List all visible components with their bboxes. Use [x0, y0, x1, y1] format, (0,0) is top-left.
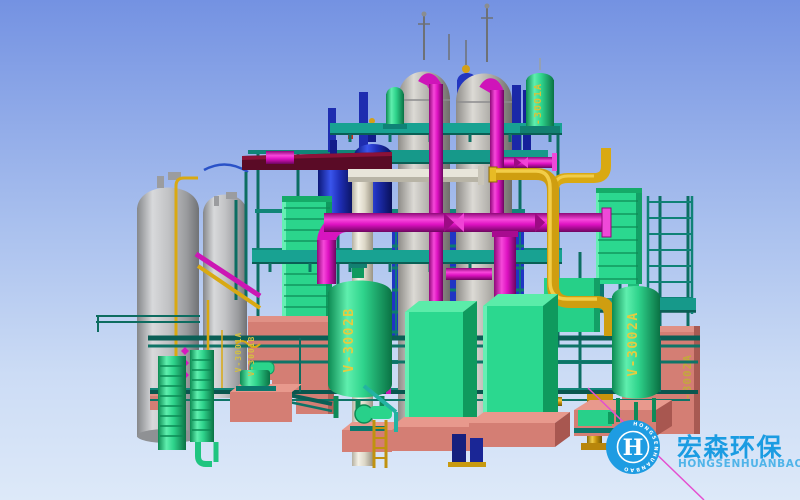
logo-name-en: HONGSENHUANBAO — [678, 458, 800, 470]
label-v3001a: V-3001A — [234, 332, 243, 373]
pump-right — [574, 410, 616, 433]
label-v3002a: V-3002A — [626, 311, 641, 376]
label-3001a: -3001A — [533, 83, 544, 125]
plant-3d-render: -3001A -3002A — [0, 0, 800, 500]
label-v3002b: V-3002B — [342, 307, 357, 372]
render-viewport: -3001A -3002A — [0, 0, 800, 500]
label-v3001b: V-3001B — [247, 336, 256, 377]
logo-monogram: H — [623, 435, 644, 461]
green-drum-top-left — [383, 87, 407, 129]
green-tank-2 — [469, 294, 570, 447]
